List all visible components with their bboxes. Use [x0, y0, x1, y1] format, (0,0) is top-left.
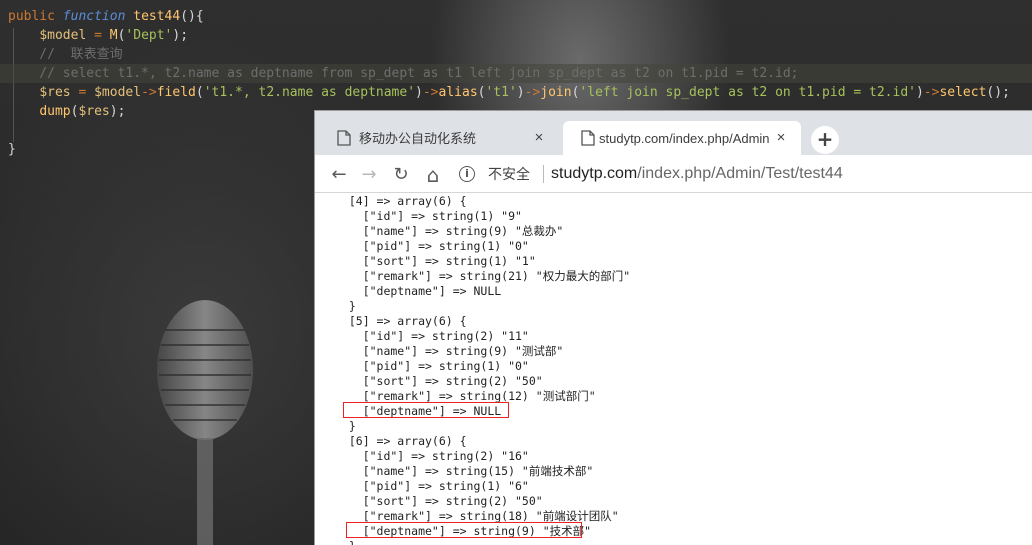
document-icon	[581, 130, 595, 146]
code-token: $res	[78, 104, 110, 119]
browser-window: 移动办公自动化系统 × studytp.com/index.php/Admin …	[314, 110, 1032, 545]
dump-line: }	[335, 539, 356, 545]
tab-oa-system[interactable]: 移动办公自动化系统 ×	[319, 121, 559, 155]
dump-line: [5] => array(6) {	[335, 314, 467, 328]
code-line: // select t1.*, t2.name as deptname from…	[0, 64, 1032, 83]
dump-line: ["id"] => string(2) "11"	[335, 329, 529, 343]
code-token: );	[109, 104, 126, 119]
code-line: dump($res);	[8, 102, 125, 121]
highlight-box	[343, 402, 509, 418]
dump-line: ["sort"] => string(2) "50"	[335, 374, 543, 388]
code-token: 't1'	[485, 85, 517, 100]
code-token: select	[939, 85, 987, 100]
code-token: ();	[986, 85, 1010, 100]
code-token: =	[70, 85, 95, 100]
browser-toolbar: ← → ↻ ⌂ i 不安全 studytp.com/index.php/Admi…	[315, 155, 1032, 193]
code-line: }	[8, 140, 16, 159]
dump-line: ["id"] => string(1) "9"	[335, 209, 522, 223]
dump-line: ["name"] => string(9) "测试部"	[335, 344, 564, 358]
tab-title: 移动办公自动化系统	[359, 131, 477, 146]
code-token: 'left join sp_dept as t2 on t1.pid = t2.…	[579, 85, 916, 100]
dump-line: ["sort"] => string(1) "1"	[335, 254, 536, 268]
forward-button[interactable]: →	[358, 164, 380, 186]
microphone-image	[157, 300, 253, 545]
url-path: /index.php/Admin/Test/test44	[637, 165, 843, 182]
code-token: }	[8, 142, 16, 157]
code-token: field	[156, 85, 196, 100]
code-token: )	[415, 85, 423, 100]
url-text[interactable]: studytp.com/index.php/Admin/Test/test44	[551, 163, 843, 185]
back-button[interactable]: ←	[328, 164, 350, 186]
code-line: $model = M('Dept');	[8, 26, 188, 45]
info-icon[interactable]: i	[459, 166, 475, 182]
code-token: join	[540, 85, 572, 100]
code-token: ->	[422, 85, 439, 100]
reload-button[interactable]: ↻	[390, 164, 412, 186]
dump-line: ["pid"] => string(1) "0"	[335, 359, 529, 373]
code-token: dump	[39, 104, 71, 119]
code-token: )	[915, 85, 924, 100]
code-token: $model	[39, 28, 87, 43]
url-host: studytp.com	[551, 165, 638, 182]
code-token: function	[62, 9, 134, 24]
dump-line: [6] => array(6) {	[335, 434, 467, 448]
code-token: // 联表查询	[8, 47, 123, 62]
home-button[interactable]: ⌂	[422, 164, 444, 186]
tab-test44[interactable]: studytp.com/index.php/Admin ×	[563, 121, 801, 155]
dump-line: ["name"] => string(15) "前端技术部"	[335, 464, 594, 478]
dump-line: ["deptname"] => NULL	[335, 284, 502, 298]
new-tab-button[interactable]: +	[811, 126, 839, 154]
code-token: )	[516, 85, 525, 100]
code-token: ->	[141, 85, 157, 100]
code-token: 't1.*, t2.name as deptname'	[203, 85, 416, 100]
document-icon	[337, 130, 351, 146]
code-token: public	[8, 9, 63, 24]
code-token: ->	[524, 85, 541, 100]
dump-line: ["pid"] => string(1) "0"	[335, 239, 529, 253]
code-line: // 联表查询	[8, 45, 123, 64]
code-token: // select t1.*, t2.name as deptname from…	[8, 66, 799, 81]
code-token: alias	[438, 85, 478, 100]
dump-line: }	[335, 419, 356, 433]
dump-line: ["name"] => string(9) "总裁办"	[335, 224, 564, 238]
code-token: );	[172, 28, 189, 43]
tab-title: studytp.com/index.php/Admin	[599, 131, 770, 146]
code-token: test44	[133, 9, 181, 24]
close-icon[interactable]: ×	[773, 130, 789, 146]
code-token: (){	[180, 9, 204, 24]
dump-line: }	[335, 299, 356, 313]
dump-line: ["sort"] => string(2) "50"	[335, 494, 543, 508]
divider	[543, 165, 544, 183]
dump-line: ["remark"] => string(21) "权力最大的部门"	[335, 269, 631, 283]
code-token: (	[195, 85, 204, 100]
dump-line: [4] => array(6) {	[335, 194, 467, 208]
dump-line: ["id"] => string(2) "16"	[335, 449, 529, 463]
page-content: [4] => array(6) { ["id"] => string(1) "9…	[315, 194, 1032, 545]
code-token: M	[109, 28, 118, 43]
code-token: 'Dept'	[125, 28, 173, 43]
code-token: $res	[39, 85, 71, 100]
code-line: public function test44(){	[8, 7, 204, 26]
security-label[interactable]: 不安全	[488, 165, 530, 183]
dump-line: ["pid"] => string(1) "6"	[335, 479, 529, 493]
code-line: $res = $model->field('t1.*, t2.name as d…	[8, 83, 1010, 102]
code-token: $model	[94, 85, 142, 100]
tab-strip: 移动办公自动化系统 × studytp.com/index.php/Admin …	[315, 111, 1032, 155]
highlight-box	[346, 522, 582, 538]
code-token: =	[86, 28, 110, 43]
address-bar[interactable]: i 不安全 studytp.com/index.php/Admin/Test/t…	[455, 160, 1025, 188]
close-icon[interactable]: ×	[531, 130, 547, 146]
code-token: ->	[923, 85, 940, 100]
